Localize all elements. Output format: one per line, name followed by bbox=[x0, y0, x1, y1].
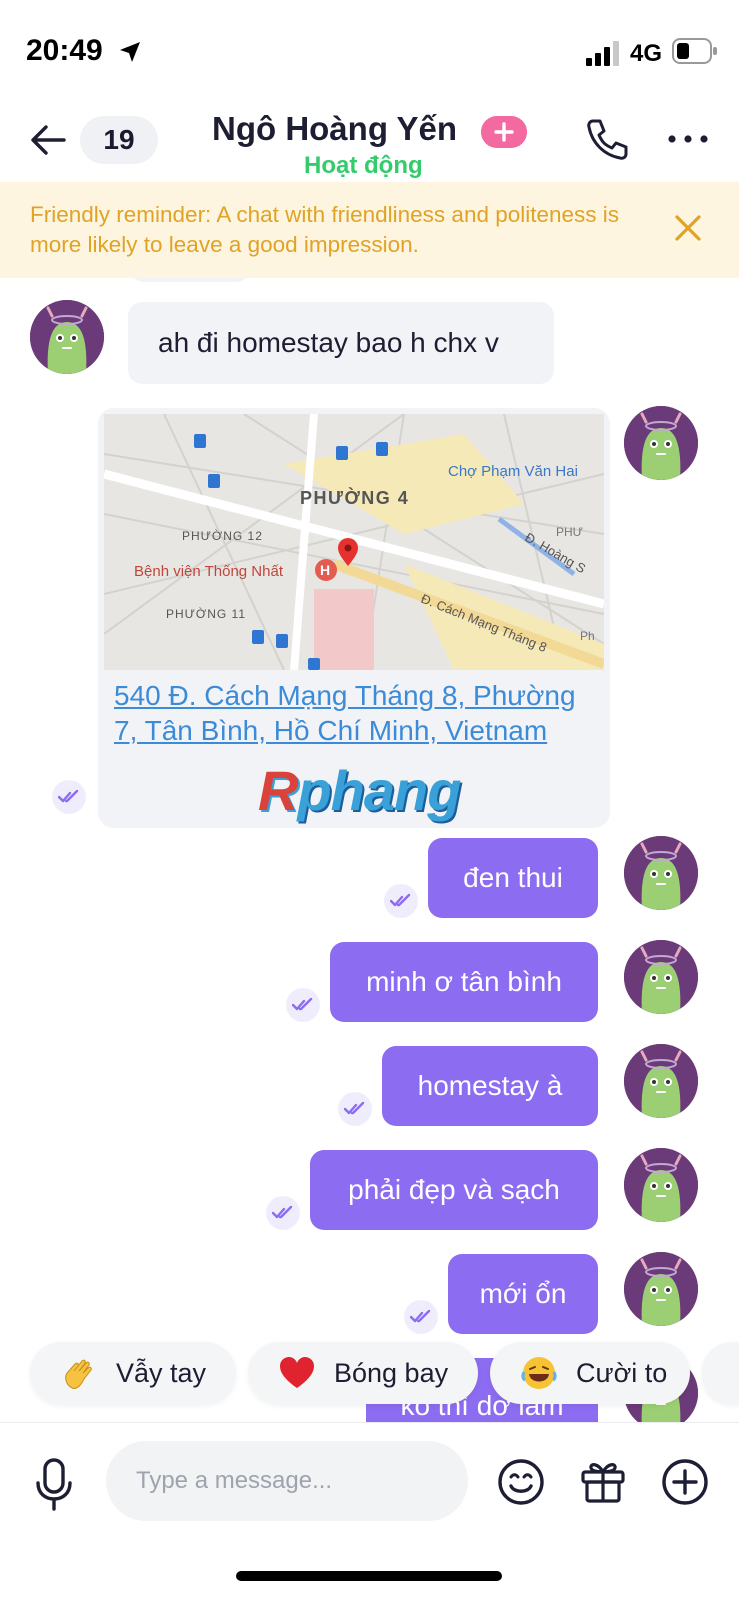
map-label-hospital: Bệnh viện Thống Nhất bbox=[134, 563, 284, 580]
incoming-message-text: ah đi homestay bao h chx v bbox=[158, 327, 499, 358]
seen-indicator bbox=[404, 1300, 438, 1334]
map-label-market: Chợ Phạm Văn Hai bbox=[448, 463, 578, 480]
quick-reaction-label: Vẫy tay bbox=[116, 1357, 207, 1388]
seen-indicator bbox=[338, 1092, 372, 1126]
phone-call-icon[interactable] bbox=[584, 116, 630, 162]
my-avatar[interactable] bbox=[624, 836, 698, 910]
outgoing-message[interactable]: minh ơ tân bình bbox=[330, 942, 598, 1022]
reminder-text: Friendly reminder: A chat with friendlin… bbox=[30, 202, 620, 257]
quick-reaction-label: Cười to bbox=[576, 1357, 668, 1388]
quick-reaction-balloon[interactable]: Bóng bay bbox=[248, 1342, 478, 1404]
waving-hand-icon bbox=[65, 1359, 92, 1389]
location-address-link[interactable]: 540 Đ. Cách Mạng Tháng 8, Phường 7, Tân … bbox=[114, 678, 594, 748]
add-attachment-icon[interactable] bbox=[660, 1457, 710, 1507]
seen-indicator bbox=[384, 884, 418, 918]
seen-indicator bbox=[286, 988, 320, 1022]
outgoing-message-text: homestay à bbox=[417, 1070, 563, 1101]
map-label-ward4: PHƯỜNG 4 bbox=[300, 487, 409, 508]
plus-badge-icon bbox=[481, 116, 527, 148]
double-check-icon bbox=[344, 1101, 365, 1115]
quick-reaction-wave[interactable]: Vẫy tay bbox=[30, 1342, 236, 1404]
outgoing-message-text: đen thui bbox=[463, 862, 563, 893]
seen-indicator bbox=[52, 780, 86, 814]
chat-header: 19 Ngô Hoàng Yến Hoạt động bbox=[0, 100, 739, 182]
heart-icon bbox=[280, 1357, 314, 1388]
my-avatar[interactable] bbox=[624, 940, 698, 1014]
double-check-icon bbox=[272, 1205, 293, 1219]
previous-message-edge bbox=[130, 278, 250, 282]
message-composer bbox=[0, 1422, 739, 1600]
outgoing-message[interactable]: phải đẹp và sạch bbox=[310, 1150, 598, 1230]
map-label-ph: Ph bbox=[580, 629, 595, 643]
incoming-message[interactable]: ah đi homestay bao h chx v bbox=[128, 302, 554, 384]
location-map[interactable]: PHƯỜNG 4 PHƯỜNG 12 PHƯỜNG 11 Chợ Phạm Vă… bbox=[104, 414, 604, 670]
quick-reaction-more[interactable] bbox=[702, 1342, 739, 1404]
network-type: 4G bbox=[630, 40, 663, 67]
outgoing-message-text: minh ơ tân bình bbox=[366, 966, 562, 997]
battery-icon bbox=[672, 38, 717, 64]
outgoing-message[interactable]: đen thui bbox=[428, 838, 598, 918]
my-avatar[interactable] bbox=[624, 1148, 698, 1222]
gift-icon[interactable] bbox=[578, 1455, 628, 1505]
map-label-ward-edge: PHƯ bbox=[556, 525, 583, 539]
close-icon[interactable] bbox=[672, 212, 704, 244]
more-options-icon[interactable] bbox=[666, 124, 710, 154]
back-arrow-icon[interactable] bbox=[28, 118, 72, 162]
emoji-icon[interactable] bbox=[496, 1457, 546, 1507]
outgoing-message-text: mới ổn bbox=[479, 1278, 567, 1309]
microphone-icon[interactable] bbox=[34, 1457, 74, 1513]
status-bar: 20:49 4G bbox=[0, 0, 739, 100]
online-status: Hoạt động bbox=[304, 152, 423, 179]
status-time: 20:49 bbox=[26, 34, 103, 67]
outgoing-message[interactable]: mới ổn bbox=[448, 1254, 598, 1334]
message-input[interactable] bbox=[106, 1441, 468, 1521]
home-indicator bbox=[236, 1571, 502, 1581]
quick-reaction-laugh[interactable]: Cười to bbox=[490, 1342, 690, 1404]
watermark-r: R bbox=[258, 759, 298, 822]
seen-indicator bbox=[266, 1196, 300, 1230]
signal-icon bbox=[586, 41, 619, 66]
svg-text:H: H bbox=[320, 562, 330, 578]
laughing-face-icon bbox=[521, 1357, 557, 1389]
friendly-reminder-banner: Friendly reminder: A chat with friendlin… bbox=[0, 182, 739, 278]
double-check-icon bbox=[58, 789, 79, 803]
quick-reactions-bar: Vẫy tay Bóng bay Cười to bbox=[0, 1342, 739, 1408]
watermark: Rphang bbox=[258, 758, 461, 823]
contact-avatar[interactable] bbox=[30, 300, 104, 374]
my-avatar[interactable] bbox=[624, 406, 698, 480]
double-check-icon bbox=[410, 1309, 431, 1323]
contact-name[interactable]: Ngô Hoàng Yến bbox=[212, 110, 457, 148]
my-avatar[interactable] bbox=[624, 1044, 698, 1118]
outgoing-message-text: phải đẹp và sạch bbox=[348, 1174, 560, 1205]
map-label-ward12: PHƯỜNG 12 bbox=[182, 528, 263, 543]
watermark-phang: phang bbox=[297, 759, 461, 822]
quick-reaction-label: Bóng bay bbox=[334, 1357, 449, 1388]
unread-count-badge[interactable]: 19 bbox=[80, 116, 158, 164]
map-label-ward11: PHƯỜNG 11 bbox=[166, 606, 246, 621]
chat-messages[interactable]: ah đi homestay bao h chx v PHƯỜNG 4 PHƯỜ… bbox=[0, 278, 739, 1422]
location-arrow-icon bbox=[120, 42, 140, 62]
double-check-icon bbox=[292, 997, 313, 1011]
outgoing-message[interactable]: homestay à bbox=[382, 1046, 598, 1126]
my-avatar[interactable] bbox=[624, 1252, 698, 1326]
double-check-icon bbox=[390, 893, 411, 907]
